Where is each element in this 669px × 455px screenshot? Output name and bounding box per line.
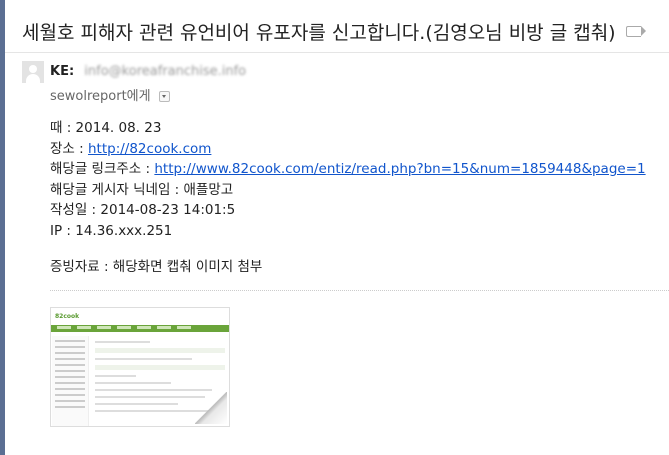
header-divider [5, 52, 669, 53]
recipient-row: sewolreport에게 [50, 85, 170, 104]
label-tag-icon[interactable] [626, 26, 646, 37]
window-left-edge [0, 0, 5, 455]
post-link-line: 해당글 링크주소 : http://www.82cook.com/entiz/r… [50, 159, 646, 180]
post-link[interactable]: http://www.82cook.com/entiz/read.php?bn=… [154, 161, 645, 177]
date-line: 때 : 2014. 08. 23 [50, 120, 162, 136]
sender-email: info@koreafranchise.info [84, 64, 247, 79]
thumbnail-nav-bar [51, 325, 229, 332]
email-subject: 세월호 피해자 관련 유언비어 유포자를 신고합니다.(김영오님 비방 글 캡춰… [22, 22, 616, 44]
evidence-line: 증빙자료 : 해당화면 캡춰 이미지 첨부 [50, 258, 263, 275]
avatar-head-icon [29, 65, 37, 73]
sender-avatar [22, 61, 44, 83]
attachment-divider [50, 290, 669, 291]
attachment-thumbnail[interactable]: 82cook [50, 307, 230, 427]
post-link-label: 해당글 링크주소 : [50, 161, 155, 178]
details-dropdown-icon[interactable] [158, 91, 170, 102]
place-line: 장소 : http://82cook.com [50, 139, 646, 160]
created-line: 작성일 : 2014-08-23 14:01:5 [50, 202, 236, 219]
sender-name[interactable]: KE: [50, 64, 74, 79]
sender-row: KE: info@koreafranchise.info [50, 64, 246, 79]
ip-line: IP : 14.36.xxx.251 [50, 222, 173, 239]
place-label: 장소 : [50, 140, 88, 157]
author-line: 해당글 게시자 닉네임 : 애플망고 [50, 181, 234, 198]
page-curl-icon [195, 392, 227, 424]
avatar-body-icon [26, 74, 40, 83]
thumbnail-logo: 82cook [55, 313, 80, 320]
thumbnail-sidebar [52, 336, 89, 426]
email-body: 때 : 2014. 08. 23 장소 : http://82cook.com … [50, 118, 646, 277]
recipient-label: sewolreport에게 [50, 89, 151, 104]
place-link[interactable]: http://82cook.com [88, 141, 211, 157]
